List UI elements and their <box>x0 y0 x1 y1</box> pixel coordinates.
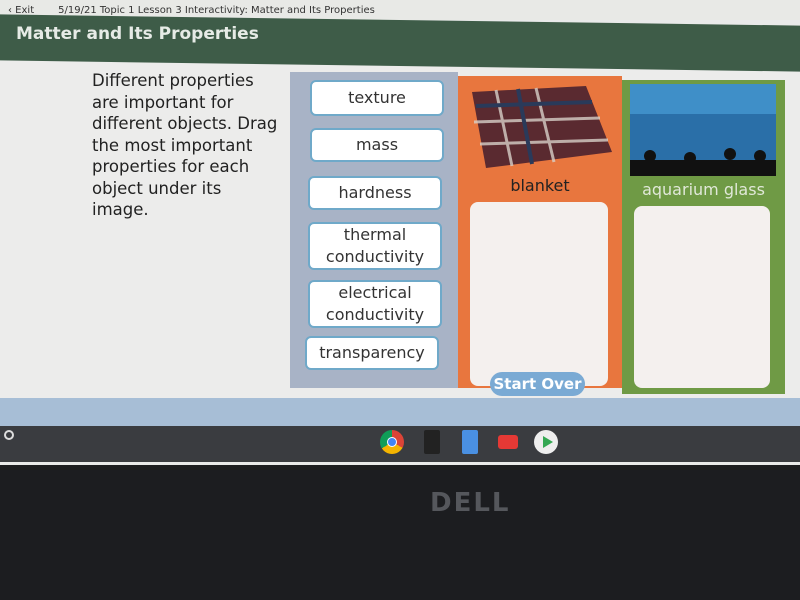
screen: ‹ Exit 5/19/21 Topic 1 Lesson 3 Interact… <box>0 0 800 465</box>
property-electrical-conductivity[interactable]: electrical conductivity <box>308 280 442 328</box>
play-store-icon[interactable] <box>534 430 558 454</box>
chrome-icon[interactable] <box>380 430 404 454</box>
dell-logo: DELL <box>430 488 511 518</box>
start-over-button[interactable]: Start Over <box>490 372 585 396</box>
aquarium-glass-column: aquarium glass <box>622 80 785 394</box>
aquarium-glass-drop-zone[interactable] <box>634 206 770 388</box>
property-transparency[interactable]: transparency <box>305 336 439 370</box>
aquarium-image <box>630 84 776 176</box>
blanket-column: blanket <box>458 76 622 388</box>
property-texture[interactable]: texture <box>310 80 444 116</box>
docs-icon[interactable] <box>462 430 478 454</box>
launcher-button[interactable] <box>4 430 14 440</box>
property-hardness[interactable]: hardness <box>308 176 442 210</box>
aquarium-glass-label: aquarium glass <box>642 180 765 199</box>
youtube-icon[interactable] <box>498 435 518 449</box>
blanket-image <box>472 86 612 168</box>
calculator-icon[interactable] <box>424 430 440 454</box>
blanket-drop-zone[interactable] <box>470 202 608 386</box>
property-mass[interactable]: mass <box>310 128 444 162</box>
lesson-title: 5/19/21 Topic 1 Lesson 3 Interactivity: … <box>58 4 375 16</box>
blanket-label: blanket <box>510 176 570 195</box>
bottom-bar <box>0 398 800 426</box>
property-bank: texture mass hardness thermal conductivi… <box>290 72 458 388</box>
page-title: Matter and Its Properties <box>16 24 259 44</box>
instructions: Different properties are important for d… <box>92 71 278 219</box>
property-thermal-conductivity[interactable]: thermal conductivity <box>308 222 442 270</box>
